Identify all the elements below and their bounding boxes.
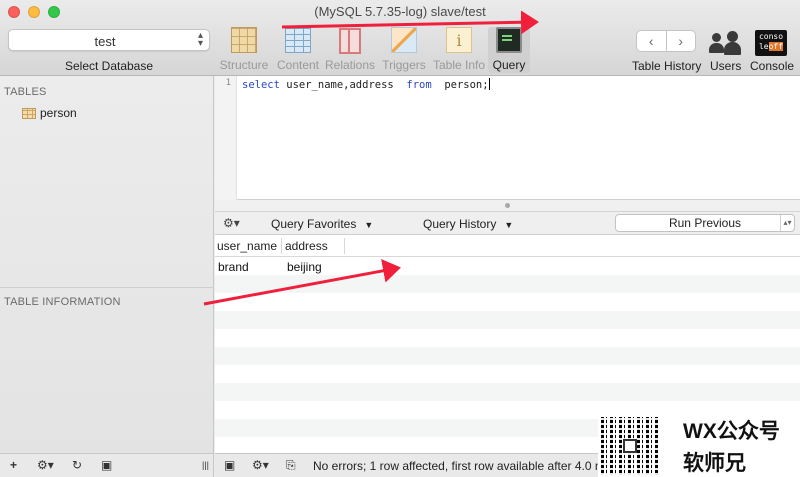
copy-results-button[interactable]: ⎘	[286, 458, 296, 473]
tab-triggers-label: Triggers	[382, 58, 426, 72]
window-toolbar: (MySQL 5.7.35-log) slave/test test ▴ ▾ Se…	[0, 0, 800, 76]
query-history-menu[interactable]: Query History ▼	[423, 217, 513, 231]
sql-table: person;	[431, 79, 489, 91]
status-message: No errors; 1 row affected, first row ava…	[313, 459, 611, 473]
tab-content-label: Content	[276, 58, 320, 72]
sidebar: TABLES person TABLE INFORMATION	[0, 76, 214, 453]
tab-structure[interactable]: Structure	[214, 27, 274, 73]
console-icon-text-off: off	[768, 42, 784, 51]
filter-toggle-button[interactable]: ▣	[101, 458, 112, 472]
query-favorites-label: Query Favorites	[271, 217, 357, 231]
watermark: WX公众号 软师兄	[598, 413, 800, 477]
column-divider[interactable]	[344, 238, 345, 254]
run-previous-button[interactable]: Run Previous ▴▾	[615, 214, 795, 232]
results-header-row: user_name address	[215, 235, 800, 257]
watermark-line2: 软师兄	[683, 452, 746, 475]
results-gear-menu[interactable]: ⚙▾	[252, 458, 269, 472]
watermark-line1: WX公众号	[683, 420, 780, 443]
tab-triggers[interactable]: Triggers	[374, 27, 434, 73]
sql-columns: user_name,address	[279, 79, 407, 91]
column-header-address[interactable]: address	[285, 239, 328, 253]
users-button-label[interactable]: Users	[710, 59, 741, 73]
sidebar-footer: + ⚙▾ ↻ ▣ |||	[0, 453, 214, 477]
table-info-icon	[446, 27, 472, 53]
tab-structure-label: Structure	[219, 58, 269, 72]
run-previous-label: Run Previous	[668, 216, 742, 230]
add-table-button[interactable]: +	[10, 458, 17, 472]
query-icon	[496, 27, 522, 53]
database-select[interactable]: test ▴ ▾	[8, 29, 210, 51]
sidebar-resize-handle[interactable]: |||	[202, 460, 209, 470]
splitter-grip-icon	[505, 203, 510, 208]
table-icon	[22, 107, 36, 119]
sql-keyword-from: from	[406, 79, 432, 91]
database-select-value: test	[94, 34, 116, 49]
sidebar-gear-menu[interactable]: ⚙▾	[37, 458, 54, 472]
chevron-down-icon: ▼	[364, 220, 374, 230]
text-caret	[488, 78, 490, 90]
table-cell-user-name: brand	[218, 260, 249, 274]
query-editor[interactable]: 1 select user_name,address from person;	[215, 76, 800, 200]
line-gutter: 1	[215, 76, 237, 200]
query-bar: ⚙▾ Query Favorites ▼ Query History ▼ Run P…	[215, 212, 800, 235]
refresh-button[interactable]: ↻	[72, 458, 82, 472]
chevron-updown-icon: ▴ ▾	[197, 30, 203, 49]
tab-table-info[interactable]: Table Info	[429, 27, 489, 73]
chevron-updown-icon[interactable]: ▴▾	[780, 215, 794, 231]
column-divider[interactable]	[281, 238, 282, 254]
sidebar-divider[interactable]	[0, 287, 214, 288]
table-history-nav: ‹ ›	[636, 30, 696, 52]
history-back-button[interactable]: ‹	[637, 31, 667, 51]
console-icon-text-le: le	[758, 42, 769, 51]
table-row[interactable]: brand beijing	[215, 257, 800, 275]
query-gear-menu[interactable]: ⚙▾	[223, 216, 240, 230]
column-header-user-name[interactable]: user_name	[217, 239, 277, 253]
sidebar-item-person[interactable]: person	[22, 106, 77, 120]
empty-row	[215, 293, 800, 311]
sql-keyword-select: select	[242, 79, 280, 91]
empty-row	[215, 365, 800, 383]
query-history-label: Query History	[423, 217, 497, 231]
empty-row	[215, 275, 800, 293]
table-cell-address: beijing	[287, 260, 322, 274]
query-favorites-menu[interactable]: Query Favorites ▼	[271, 217, 373, 231]
console-icon[interactable]: conso leoff	[755, 30, 787, 56]
history-forward-button[interactable]: ›	[667, 31, 696, 51]
empty-row	[215, 311, 800, 329]
empty-row	[215, 347, 800, 365]
chevron-down-icon: ▼	[504, 220, 514, 230]
empty-row	[215, 329, 800, 347]
content-icon	[285, 27, 311, 53]
sidebar-item-label: person	[40, 106, 77, 120]
users-icon[interactable]	[707, 30, 743, 56]
tab-content[interactable]: Content	[268, 27, 328, 73]
qr-code-icon	[601, 417, 659, 475]
tab-query[interactable]: Query	[488, 27, 530, 73]
triggers-icon	[391, 27, 417, 53]
tab-relations[interactable]: Relations	[320, 27, 380, 73]
structure-icon	[231, 27, 257, 53]
console-icon-text-top: conso	[758, 32, 784, 41]
console-button-label[interactable]: Console	[750, 59, 794, 73]
line-number: 1	[225, 78, 231, 88]
database-select-caption: Select Database	[64, 59, 154, 73]
tables-header: TABLES	[4, 86, 47, 98]
table-history-label: Table History	[632, 59, 702, 73]
image-view-button[interactable]: ▣	[224, 458, 235, 472]
relations-icon	[337, 27, 363, 54]
tab-relations-label: Relations	[324, 58, 376, 72]
editor-results-splitter[interactable]	[215, 200, 800, 212]
window-title: (MySQL 5.7.35-log) slave/test	[314, 4, 486, 19]
query-text[interactable]: select user_name,address from person;	[242, 78, 490, 91]
tab-query-label: Query	[492, 58, 526, 72]
table-information-header: TABLE INFORMATION	[4, 296, 121, 308]
empty-row	[215, 383, 800, 401]
tab-table-info-label: Table Info	[432, 58, 486, 72]
